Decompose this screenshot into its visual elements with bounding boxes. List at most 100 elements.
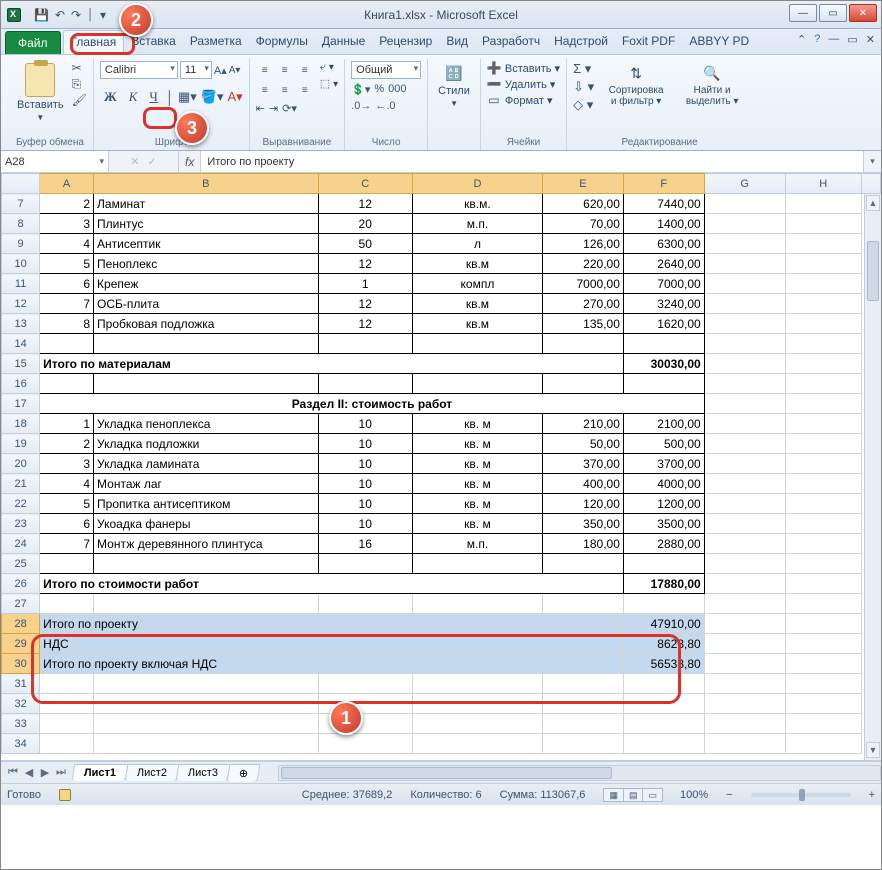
cell[interactable] bbox=[785, 634, 861, 654]
cell[interactable]: 30030,00 bbox=[623, 354, 704, 374]
sort-filter-button[interactable]: ⇅ Сортировка и фильтр ▾ bbox=[602, 61, 670, 109]
cell[interactable] bbox=[785, 394, 861, 414]
row-header[interactable]: 17 bbox=[2, 394, 40, 414]
row-header[interactable]: 30 bbox=[2, 654, 40, 674]
cell[interactable]: 1400,00 bbox=[623, 214, 704, 234]
cell[interactable]: 1 bbox=[40, 414, 94, 434]
row-header[interactable]: 11 bbox=[2, 274, 40, 294]
cell[interactable]: 2880,00 bbox=[623, 534, 704, 554]
cell[interactable] bbox=[412, 554, 542, 574]
cell[interactable] bbox=[785, 574, 861, 594]
cell[interactable] bbox=[704, 694, 785, 714]
qat-redo-icon[interactable]: ↷ bbox=[71, 8, 81, 22]
cell[interactable]: 3500,00 bbox=[623, 514, 704, 534]
cell[interactable] bbox=[94, 554, 319, 574]
cell[interactable]: 4 bbox=[40, 234, 94, 254]
cell[interactable] bbox=[704, 254, 785, 274]
cell[interactable] bbox=[704, 594, 785, 614]
border-button[interactable]: ▦▾ bbox=[178, 89, 197, 105]
cell[interactable]: кв. м bbox=[412, 514, 542, 534]
column-header-F[interactable]: F bbox=[623, 174, 704, 194]
formula-input[interactable]: Итого по проекту bbox=[201, 151, 863, 172]
cell[interactable] bbox=[318, 594, 412, 614]
cell[interactable] bbox=[623, 334, 704, 354]
cell[interactable]: 7440,00 bbox=[623, 194, 704, 214]
cell[interactable] bbox=[785, 654, 861, 674]
cell[interactable] bbox=[704, 514, 785, 534]
cell[interactable]: 3 bbox=[40, 214, 94, 234]
cell[interactable] bbox=[785, 414, 861, 434]
cell[interactable] bbox=[704, 634, 785, 654]
cell[interactable] bbox=[318, 374, 412, 394]
cell[interactable]: Плинтус bbox=[94, 214, 319, 234]
row-header[interactable]: 28 bbox=[2, 614, 40, 634]
cell[interactable] bbox=[94, 594, 319, 614]
wrap-text-button[interactable]: ⤶ ▾ bbox=[320, 61, 338, 74]
cell[interactable]: 10 bbox=[318, 474, 412, 494]
ribbon-minimize-icon[interactable]: ⌃ bbox=[797, 33, 806, 46]
cell[interactable] bbox=[543, 734, 624, 754]
cell[interactable]: кв. м bbox=[412, 474, 542, 494]
cell[interactable] bbox=[94, 714, 319, 734]
cell[interactable] bbox=[40, 554, 94, 574]
cell[interactable]: Итого по проекту включая НДС bbox=[40, 654, 624, 674]
cell[interactable] bbox=[785, 354, 861, 374]
cell[interactable] bbox=[704, 554, 785, 574]
cell[interactable] bbox=[785, 334, 861, 354]
cell[interactable]: 50,00 bbox=[543, 434, 624, 454]
cell[interactable]: 2640,00 bbox=[623, 254, 704, 274]
cell[interactable] bbox=[785, 374, 861, 394]
cell[interactable]: 1620,00 bbox=[623, 314, 704, 334]
tab-Данные[interactable]: Данные bbox=[315, 30, 372, 54]
cell[interactable]: 2 bbox=[40, 434, 94, 454]
tab-Рецензир[interactable]: Рецензир bbox=[372, 30, 439, 54]
cell[interactable] bbox=[94, 374, 319, 394]
scroll-down-icon[interactable]: ▼ bbox=[866, 742, 880, 758]
decrease-indent-icon[interactable]: ⇤ bbox=[256, 102, 265, 115]
cell[interactable]: 10 bbox=[318, 454, 412, 474]
cell[interactable]: 12 bbox=[318, 294, 412, 314]
cell[interactable] bbox=[704, 294, 785, 314]
cell[interactable]: 10 bbox=[318, 514, 412, 534]
row-header[interactable]: 18 bbox=[2, 414, 40, 434]
grow-font-icon[interactable]: A▴ bbox=[214, 64, 227, 77]
cell[interactable]: 7000,00 bbox=[543, 274, 624, 294]
zoom-out-icon[interactable]: − bbox=[726, 789, 732, 801]
row-header[interactable]: 8 bbox=[2, 214, 40, 234]
cell[interactable] bbox=[40, 734, 94, 754]
qat-undo-icon[interactable]: ↶ bbox=[55, 8, 65, 22]
cell[interactable]: 6 bbox=[40, 274, 94, 294]
cell[interactable]: 4000,00 bbox=[623, 474, 704, 494]
cell[interactable] bbox=[40, 714, 94, 734]
tab-ABBYY PD[interactable]: ABBYY PD bbox=[682, 30, 756, 54]
cell[interactable]: 10 bbox=[318, 494, 412, 514]
cell[interactable] bbox=[785, 614, 861, 634]
cell[interactable]: 3700,00 bbox=[623, 454, 704, 474]
cell[interactable] bbox=[785, 494, 861, 514]
cell[interactable] bbox=[785, 514, 861, 534]
tab-Разметка[interactable]: Разметка bbox=[183, 30, 249, 54]
cell[interactable]: 1200,00 bbox=[623, 494, 704, 514]
cell[interactable]: Укладка ламината bbox=[94, 454, 319, 474]
cell[interactable] bbox=[704, 534, 785, 554]
fill-color-button[interactable]: 🪣▾ bbox=[201, 89, 224, 105]
cell[interactable] bbox=[412, 694, 542, 714]
comma-icon[interactable]: 000 bbox=[388, 83, 406, 96]
cell[interactable]: 500,00 bbox=[623, 434, 704, 454]
cell[interactable] bbox=[623, 374, 704, 394]
cell[interactable] bbox=[785, 314, 861, 334]
tab-nav-last-icon[interactable]: ⏭ bbox=[53, 766, 69, 779]
cell[interactable] bbox=[412, 734, 542, 754]
cell[interactable] bbox=[785, 534, 861, 554]
macro-record-icon[interactable] bbox=[59, 789, 71, 801]
tab-Вид[interactable]: Вид bbox=[439, 30, 475, 54]
sheet-tab[interactable]: Лист2 bbox=[125, 764, 180, 781]
enter-formula-icon[interactable]: ✓ bbox=[148, 155, 157, 168]
cell[interactable]: 135,00 bbox=[543, 314, 624, 334]
scroll-thumb[interactable] bbox=[867, 241, 879, 301]
cell[interactable]: 120,00 bbox=[543, 494, 624, 514]
cell[interactable] bbox=[94, 334, 319, 354]
cell[interactable] bbox=[704, 414, 785, 434]
row-header[interactable]: 23 bbox=[2, 514, 40, 534]
format-cells-button[interactable]: ▭Формат ▾ bbox=[487, 93, 560, 107]
